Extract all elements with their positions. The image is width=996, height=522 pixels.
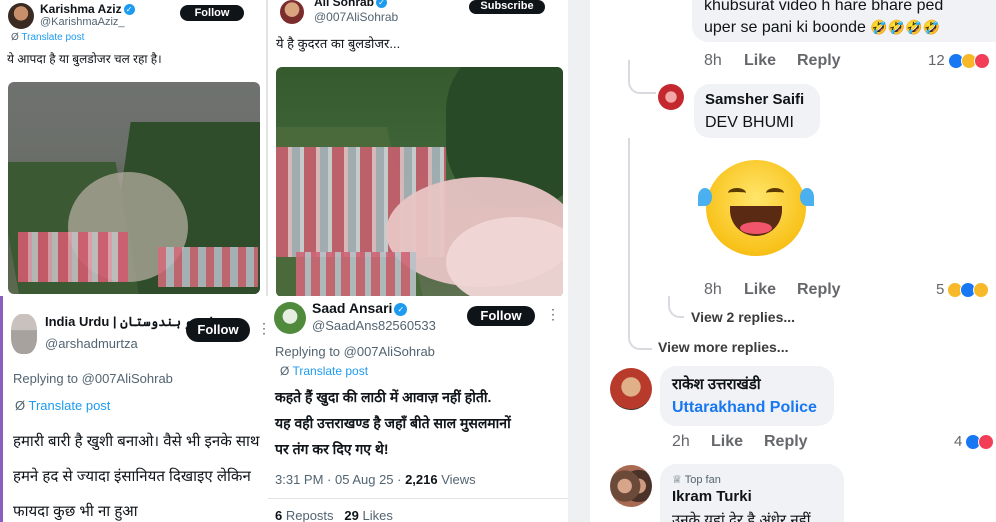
thread-line (628, 60, 656, 94)
reaction-count[interactable]: 4 (954, 433, 995, 450)
view-replies-link[interactable]: View 2 replies... (691, 309, 795, 325)
author-handle[interactable]: @SaadAns82560533 (312, 318, 436, 333)
reply-button[interactable]: Reply (797, 52, 841, 70)
flood-video-thumbnail[interactable] (8, 82, 260, 294)
love-reaction-icon (978, 433, 995, 450)
author-handle[interactable]: @arshadmurtza (45, 336, 138, 351)
more-options-icon[interactable]: ⋮ (257, 320, 268, 337)
view-more-replies-link[interactable]: View more replies... (658, 339, 788, 355)
avatar[interactable] (8, 3, 34, 29)
thread-line (668, 296, 684, 318)
divider (268, 498, 568, 499)
tweet-text: ये आपदा है या बुलडोजर चल रहा है। (7, 52, 162, 66)
reaction-number: 12 (928, 52, 945, 69)
tweet-meta: 3:31 PM · 05 Aug 25 · 2,216 Views (275, 472, 476, 487)
top-fan-badge: Top fan (684, 474, 721, 486)
commenter-name[interactable]: Ikram Turki (672, 488, 752, 505)
facebook-comments: khubsurat video h hare bhare ped uper se… (590, 0, 996, 522)
reaction-count[interactable]: 5 (936, 281, 990, 298)
reposts-label[interactable]: Reposts (282, 508, 334, 522)
love-reaction-icon (973, 52, 990, 69)
comment-time[interactable]: 2h (672, 433, 690, 451)
author-handle[interactable]: @007AliSohrab (314, 10, 398, 24)
translate-link[interactable]: Translate post (29, 398, 111, 413)
more-options-icon[interactable]: ⋮ (546, 306, 560, 323)
tweet-karishma: Karishma Aziz ✓ @KarishmaAziz_ Follow Ø T… (0, 0, 266, 296)
avatar[interactable] (280, 0, 304, 24)
like-button[interactable]: Like (711, 433, 743, 451)
avatar[interactable] (658, 84, 684, 110)
reaction-count[interactable]: 12 (928, 52, 990, 69)
reply-button[interactable]: Reply (764, 433, 808, 451)
laughing-emoji-sticker (698, 160, 814, 256)
author-handle[interactable]: @KarishmaAziz_ (40, 16, 125, 28)
reaction-number: 4 (954, 433, 963, 450)
tweet-saad-ansari: Saad Ansari ✓ @SaadAns82560533 Follow ⋮ R… (268, 296, 568, 522)
comment-text: DEV BHUMI (705, 114, 794, 131)
translate-link[interactable]: Translate post (21, 32, 84, 43)
verified-icon: ✓ (123, 4, 135, 15)
views-label: Views (437, 472, 476, 487)
likes-label[interactable]: Likes (359, 508, 392, 522)
verified-icon: ✓ (376, 0, 388, 8)
tweet-text-line: हमने हद से ज्यादा इंसानियत दिखाइए लेकिन (13, 468, 251, 485)
timestamp[interactable]: 3:31 PM · 05 Aug 25 · (275, 472, 405, 487)
translate-icon: Ø (280, 364, 290, 378)
tweet-text-line: पर तंग कर दिए गए थे! (275, 441, 389, 457)
reply-button[interactable]: Reply (797, 281, 841, 299)
top-fan-icon: ♕ (672, 474, 682, 486)
tweet-text-line: हमारी बारी है खुशी बनाओ। वैसे भी इनके सा… (13, 433, 260, 450)
author-name[interactable]: Ali Sohrab (314, 0, 374, 9)
views-count: 2,216 (405, 472, 438, 487)
thread-line (628, 138, 652, 350)
divider (266, 0, 268, 296)
tweet-text-line: फायदा कुछ भी ना हुआ (13, 503, 138, 520)
follow-button[interactable]: Follow (180, 5, 244, 21)
comment-text-line: uper se pani ki boonde (704, 19, 866, 36)
author-name[interactable]: Saad Ansari (312, 300, 392, 316)
comment-text-line: khubsurat video h hare bhare ped (704, 0, 944, 14)
avatar[interactable] (11, 314, 37, 354)
follow-button[interactable]: Follow (467, 306, 535, 326)
follow-button[interactable]: Follow (186, 318, 250, 342)
subscribe-button[interactable]: Subscribe (469, 0, 545, 14)
reaction-number: 5 (936, 281, 945, 298)
author-name[interactable]: Karishma Aziz (40, 2, 122, 16)
care-reaction-icon (973, 281, 990, 298)
tweet-india-urdu: India Urdu | اردو ہندوستان @arshadmurtza… (0, 296, 268, 522)
avatar[interactable] (610, 368, 652, 410)
flood-video-thumbnail[interactable] (276, 67, 563, 296)
replying-to[interactable]: Replying to @007AliSohrab (275, 344, 435, 359)
tweet-text-line: यह वही उत्तराखण्ड है जहाँ बीते साल मुसलम… (275, 415, 511, 431)
tweet-text: ये है कुदरत का बुलडोजर... (276, 36, 401, 51)
avatar[interactable] (610, 465, 652, 507)
divider (568, 0, 590, 522)
mention-tag[interactable]: Uttarakhand Police (672, 399, 817, 417)
translate-icon: Ø (11, 32, 19, 43)
replying-to[interactable]: Replying to @007AliSohrab (13, 371, 173, 386)
comment-time[interactable]: 8h (704, 281, 722, 299)
engagement-stats: 6 Reposts 29 Likes (275, 508, 393, 522)
like-button[interactable]: Like (744, 52, 776, 70)
laughing-emoji-icon: 🤣🤣🤣🤣 (870, 19, 941, 35)
verified-icon: ✓ (394, 303, 408, 316)
translate-link[interactable]: Translate post (292, 364, 368, 378)
likes-count[interactable]: 29 (344, 508, 358, 522)
like-button[interactable]: Like (744, 281, 776, 299)
commenter-name[interactable]: Samsher Saifi (705, 91, 804, 108)
translate-icon: Ø (15, 398, 26, 413)
commenter-name[interactable]: राकेश उत्तराखंडी (672, 374, 761, 394)
avatar[interactable] (274, 302, 306, 334)
comment-text: उनके यहां देर है अंधेर नहीं (672, 512, 811, 522)
tweet-ali-sohrab: Ali Sohrab ✓ @007AliSohrab Subscribe ये ह… (268, 0, 568, 296)
tweet-text-line: कहते हैं खुदा की लाठी में आवाज़ नहीं होत… (275, 389, 492, 405)
comment-time[interactable]: 8h (704, 52, 722, 70)
